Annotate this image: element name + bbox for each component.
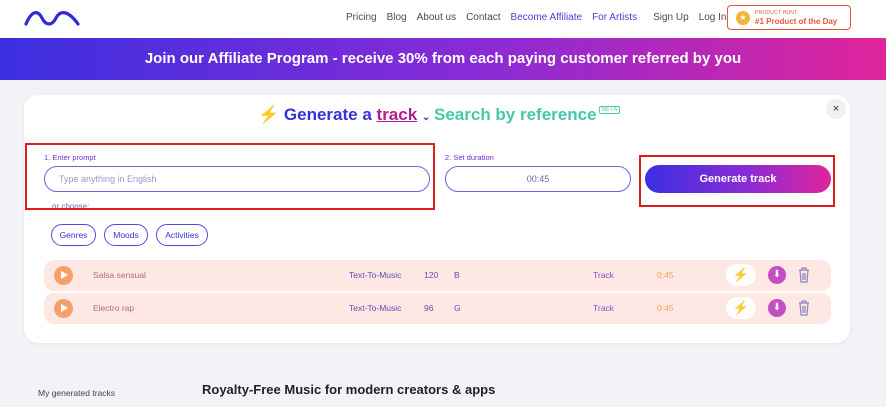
track-name: Salsa sensual: [93, 270, 146, 280]
prompt-label: 1. Enter prompt: [44, 153, 96, 162]
regenerate-bolt-icon[interactable]: ⚡: [726, 264, 756, 286]
nav-link-signup[interactable]: Sign Up: [653, 12, 689, 23]
track-key: G: [454, 303, 461, 313]
section-heading: Royalty-Free Music for modern creators &…: [202, 382, 496, 397]
tab-generate-track[interactable]: ⚡ Generate a track ⌄: [258, 105, 430, 125]
product-hunt-badge[interactable]: ★ PRODUCT HUNT #1 Product of the Day: [727, 5, 851, 30]
nav-link-contact[interactable]: Contact: [466, 12, 500, 23]
chip-genres[interactable]: Genres: [51, 224, 96, 246]
track-row[interactable]: Electro rap Text-To-Music 96 G Track 0:4…: [44, 293, 831, 324]
play-icon[interactable]: [54, 266, 73, 285]
download-icon[interactable]: ⬇: [768, 299, 786, 317]
mubert-logo-icon[interactable]: [24, 8, 80, 28]
generator-card: × ⚡ Generate a track ⌄ Search by referen…: [24, 95, 850, 343]
chip-moods[interactable]: Moods: [104, 224, 148, 246]
trash-icon[interactable]: [796, 265, 812, 285]
affiliate-banner[interactable]: Join our Affiliate Program - receive 30%…: [0, 38, 886, 80]
track-kind: Track: [593, 270, 614, 280]
track-name: Electro rap: [93, 303, 135, 313]
beta-badge: BETA: [599, 106, 621, 114]
nav-link-about[interactable]: About us: [417, 12, 456, 23]
track-bpm: 96: [424, 303, 434, 313]
nav-link-blog[interactable]: Blog: [387, 12, 407, 23]
nav-link-login[interactable]: Log In: [699, 12, 727, 23]
nav-links: Pricing Blog About us Contact Become Aff…: [346, 12, 736, 23]
duration-field[interactable]: 00:45: [445, 166, 631, 192]
track-kind: Track: [593, 303, 614, 313]
duration-label: 2. Set duration: [445, 153, 494, 162]
play-icon[interactable]: [54, 299, 73, 318]
regenerate-bolt-icon[interactable]: ⚡: [726, 297, 756, 319]
my-generated-tracks-link[interactable]: My generated tracks: [38, 388, 115, 398]
generate-track-button[interactable]: Generate track: [645, 165, 831, 193]
bolt-icon: ⚡: [258, 105, 280, 124]
track-duration: 0:45: [657, 270, 674, 280]
top-nav: Pricing Blog About us Contact Become Aff…: [0, 0, 886, 38]
track-duration: 0:45: [657, 303, 674, 313]
track-type: Text-To-Music: [349, 303, 402, 313]
track-bpm: 120: [424, 270, 439, 280]
or-choose-label: or choose:: [52, 202, 90, 211]
close-button[interactable]: ×: [826, 99, 846, 119]
track-type: Text-To-Music: [349, 270, 402, 280]
chevron-down-icon[interactable]: ⌄: [422, 112, 430, 123]
download-icon[interactable]: ⬇: [768, 266, 786, 284]
prompt-input[interactable]: [44, 166, 430, 192]
track-row[interactable]: Salsa sensual Text-To-Music 120 B Track …: [44, 260, 831, 291]
chip-activities[interactable]: Activities: [156, 224, 208, 246]
tab-generate-label: Generate a: [283, 105, 372, 124]
nav-link-pricing[interactable]: Pricing: [346, 12, 377, 23]
badge-caption: PRODUCT HUNT: [755, 10, 798, 16]
trash-icon[interactable]: [796, 298, 812, 318]
track-key: B: [454, 270, 460, 280]
tab-generate-type[interactable]: track: [377, 105, 418, 124]
tab-search-reference[interactable]: Search by reference: [434, 105, 597, 125]
badge-title: #1 Product of the Day: [755, 17, 838, 26]
medal-icon: ★: [736, 11, 750, 25]
nav-link-affiliate[interactable]: Become Affiliate: [511, 12, 583, 23]
nav-link-artists[interactable]: For Artists: [592, 12, 637, 23]
